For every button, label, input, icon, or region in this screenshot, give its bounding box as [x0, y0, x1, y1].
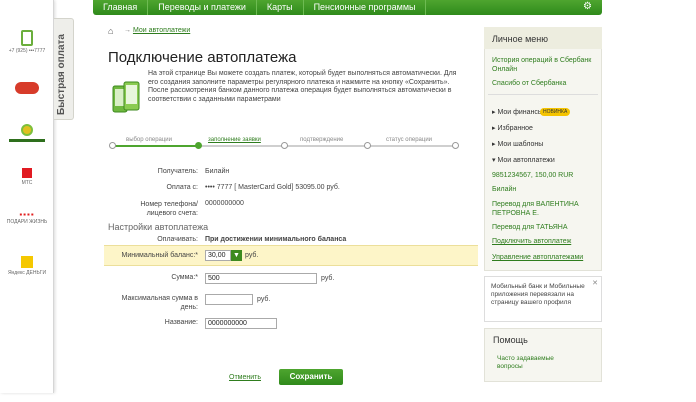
home-icon[interactable]: ⌂: [108, 26, 113, 36]
autopayment-link[interactable]: Перевод для ВАЛЕНТИНА ПЕТРОВНА Е.: [492, 200, 596, 218]
beeline-logo: [15, 82, 39, 94]
quickpay-item-label: +7 (925) •••7777: [8, 48, 46, 54]
sidebar-item-label: Избранное: [497, 125, 533, 132]
help-faq-link[interactable]: Часто задаваемые вопросы: [497, 355, 567, 371]
nav-item-pension[interactable]: Пенсионные программы: [304, 0, 427, 15]
autopayment-link[interactable]: Перевод для ТАТЬЯНА: [492, 224, 568, 231]
quickpay-tab-label: Быстрая оплата: [56, 34, 67, 115]
quickpay-item-phone[interactable]: +7 (925) •••7777: [2, 30, 52, 54]
info-note: Мобильный банк и Мобильные приложения пе…: [484, 276, 602, 322]
yandex-dengi-logo: [21, 256, 33, 268]
recipient-value: Билайн: [205, 168, 230, 175]
sidebar-item-label: Мои автоплатежи: [497, 157, 555, 164]
breadcrumb[interactable]: → Мои автоплатежи: [124, 27, 190, 34]
connect-autopayment-link[interactable]: Подключить автоплатеж: [492, 238, 571, 245]
amount-unit: руб.: [321, 275, 335, 282]
quickpay-item-beeline[interactable]: [2, 82, 52, 94]
name-input[interactable]: 0000000000: [205, 318, 277, 329]
note-text: Мобильный банк и Мобильные приложения пе…: [491, 283, 585, 306]
quickpay-item-sber[interactable]: [2, 124, 52, 142]
min-balance-unit: руб.: [245, 252, 259, 259]
progress-step-dot: [281, 142, 288, 149]
max-amount-input[interactable]: [205, 294, 253, 305]
manage-autopayments-link[interactable]: Управление автоплатежами: [492, 254, 583, 261]
progress-step-label: выбор операции: [126, 137, 173, 143]
new-badge: НОВИНКА: [540, 108, 571, 116]
account-value: 0000000000: [205, 200, 244, 207]
sidebar-item-templates[interactable]: ▸ Мои шаблоны: [492, 140, 543, 148]
recipient-label: Получатель:: [157, 168, 198, 175]
amount-label: Сумма:*: [171, 274, 198, 281]
cancel-button[interactable]: Отменить: [229, 374, 261, 381]
nav-item-main[interactable]: Главная: [93, 0, 149, 15]
progress-step-label-active: заполнение заявки: [208, 137, 261, 143]
quickpay-item-label: ПОДАРИ ЖИЗНЬ: [6, 219, 48, 225]
pay-from-label: Оплата с:: [166, 184, 198, 191]
progress-step-dot-active: [195, 142, 202, 149]
help-title: Помощь: [493, 335, 528, 345]
sidebar-item-label: Мои шаблоны: [497, 141, 544, 148]
autopayment-link[interactable]: Билайн: [492, 186, 516, 193]
personal-menu-title: Личное меню: [492, 34, 549, 44]
section-title: Настройки автоплатежа: [108, 222, 209, 232]
sidebar-item-autopayments[interactable]: ▾ Мои автоплатежи: [492, 156, 555, 164]
min-balance-label: Минимальный баланс:*: [121, 252, 198, 259]
mts-logo: [22, 168, 32, 178]
quickpay-panel: +7 (925) •••7777 МТС ▪▪▪▪ ПОДАРИ ЖИЗНЬ Я…: [0, 0, 54, 393]
phones-illustration: [112, 81, 140, 113]
close-icon[interactable]: ✕: [592, 279, 598, 287]
pay-when-label: Оплачивать:: [157, 236, 198, 243]
quickpay-item-yandex[interactable]: Яндекс ДЕНЬГИ: [2, 256, 52, 276]
sidebar-item-finance[interactable]: ▸ Мои финансы: [492, 108, 543, 116]
quickpay-item-podari[interactable]: ▪▪▪▪ ПОДАРИ ЖИЗНЬ: [2, 210, 52, 225]
name-label: Название:: [164, 319, 198, 326]
chevron-down-icon[interactable]: ▼: [231, 250, 242, 261]
top-nav: Главная Переводы и платежи Карты Пенсион…: [93, 0, 602, 15]
breadcrumb-link[interactable]: Мои автоплатежи: [133, 27, 190, 34]
gear-icon[interactable]: ⚙: [583, 1, 592, 12]
divider: [488, 94, 598, 95]
sidebar-link-spasibo[interactable]: Спасибо от Сбербанка: [492, 80, 566, 87]
account-label: Номер телефона/лицевого счета:: [140, 201, 198, 217]
sber-logo: [21, 124, 33, 136]
intro-text: На этой странице Вы можете создать плате…: [148, 70, 457, 103]
progress-step-dot: [109, 142, 116, 149]
progress-step-label: статус операции: [386, 137, 433, 143]
amount-input[interactable]: 500: [205, 273, 317, 284]
progress-step-dot: [364, 142, 371, 149]
max-amount-label: Максимальная сумма в день:: [121, 295, 198, 311]
sidebar-link-history[interactable]: История операций в Сбербанк Онлайн: [492, 56, 596, 74]
sidebar-item-favorites[interactable]: ▸ Избранное: [492, 124, 533, 132]
quickpay-item-label: Яндекс ДЕНЬГИ: [7, 270, 47, 276]
pay-when-value: При достижении минимального баланса: [205, 236, 347, 243]
phone-icon: [21, 30, 33, 46]
progress-step-dot: [452, 142, 459, 149]
page-title: Подключение автоплатежа: [108, 49, 297, 66]
quickpay-tab[interactable]: Быстрая оплата: [54, 18, 74, 120]
min-balance-select[interactable]: 30,00: [205, 250, 231, 261]
sidebar-item-label: Мои финансы: [497, 109, 543, 116]
save-button[interactable]: Сохранить: [279, 369, 343, 385]
autopayment-link[interactable]: 9851234567, 150,00 RUR: [492, 172, 573, 179]
progress-step-label: подтверждение: [300, 137, 344, 143]
max-amount-unit: руб.: [257, 296, 271, 303]
pay-from-value: •••• 7777 [ MasterCard Gold] 53095.00 ру…: [205, 184, 340, 191]
progress-fill: [112, 145, 198, 147]
nav-item-cards[interactable]: Карты: [257, 0, 304, 15]
quickpay-item-label: МТС: [21, 180, 33, 186]
nav-item-transfers[interactable]: Переводы и платежи: [148, 0, 257, 15]
help-panel: Помощь Часто задаваемые вопросы: [484, 328, 602, 382]
quickpay-item-mts[interactable]: МТС: [2, 168, 52, 186]
podari-zhizn-logo: ▪▪▪▪: [19, 210, 35, 219]
